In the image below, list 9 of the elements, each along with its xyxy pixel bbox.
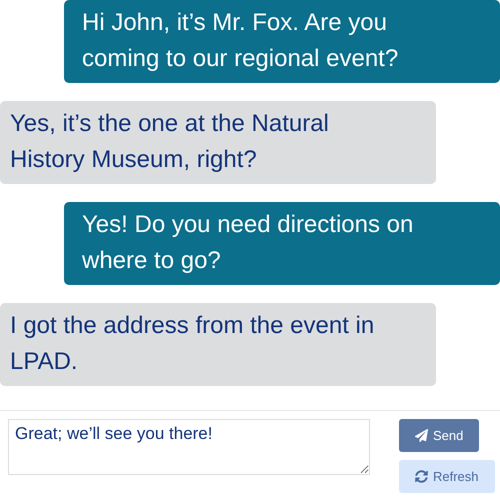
send-icon (415, 429, 428, 442)
refresh-button[interactable]: Refresh (399, 460, 495, 493)
received-message: I got the address from the event in LPAD. (0, 303, 436, 386)
message-input[interactable]: Great; we’ll see you there! (8, 419, 370, 475)
sent-message: Hi John, it’s Mr. Fox. Are you coming to our regional event? (64, 0, 500, 83)
sent-message: Yes! Do you need directions on where to go? (64, 202, 500, 285)
received-message: Yes, it’s the one at the Natural History Museum, right? (0, 101, 436, 184)
send-button[interactable]: Send (399, 419, 480, 452)
refresh-icon (415, 470, 428, 483)
